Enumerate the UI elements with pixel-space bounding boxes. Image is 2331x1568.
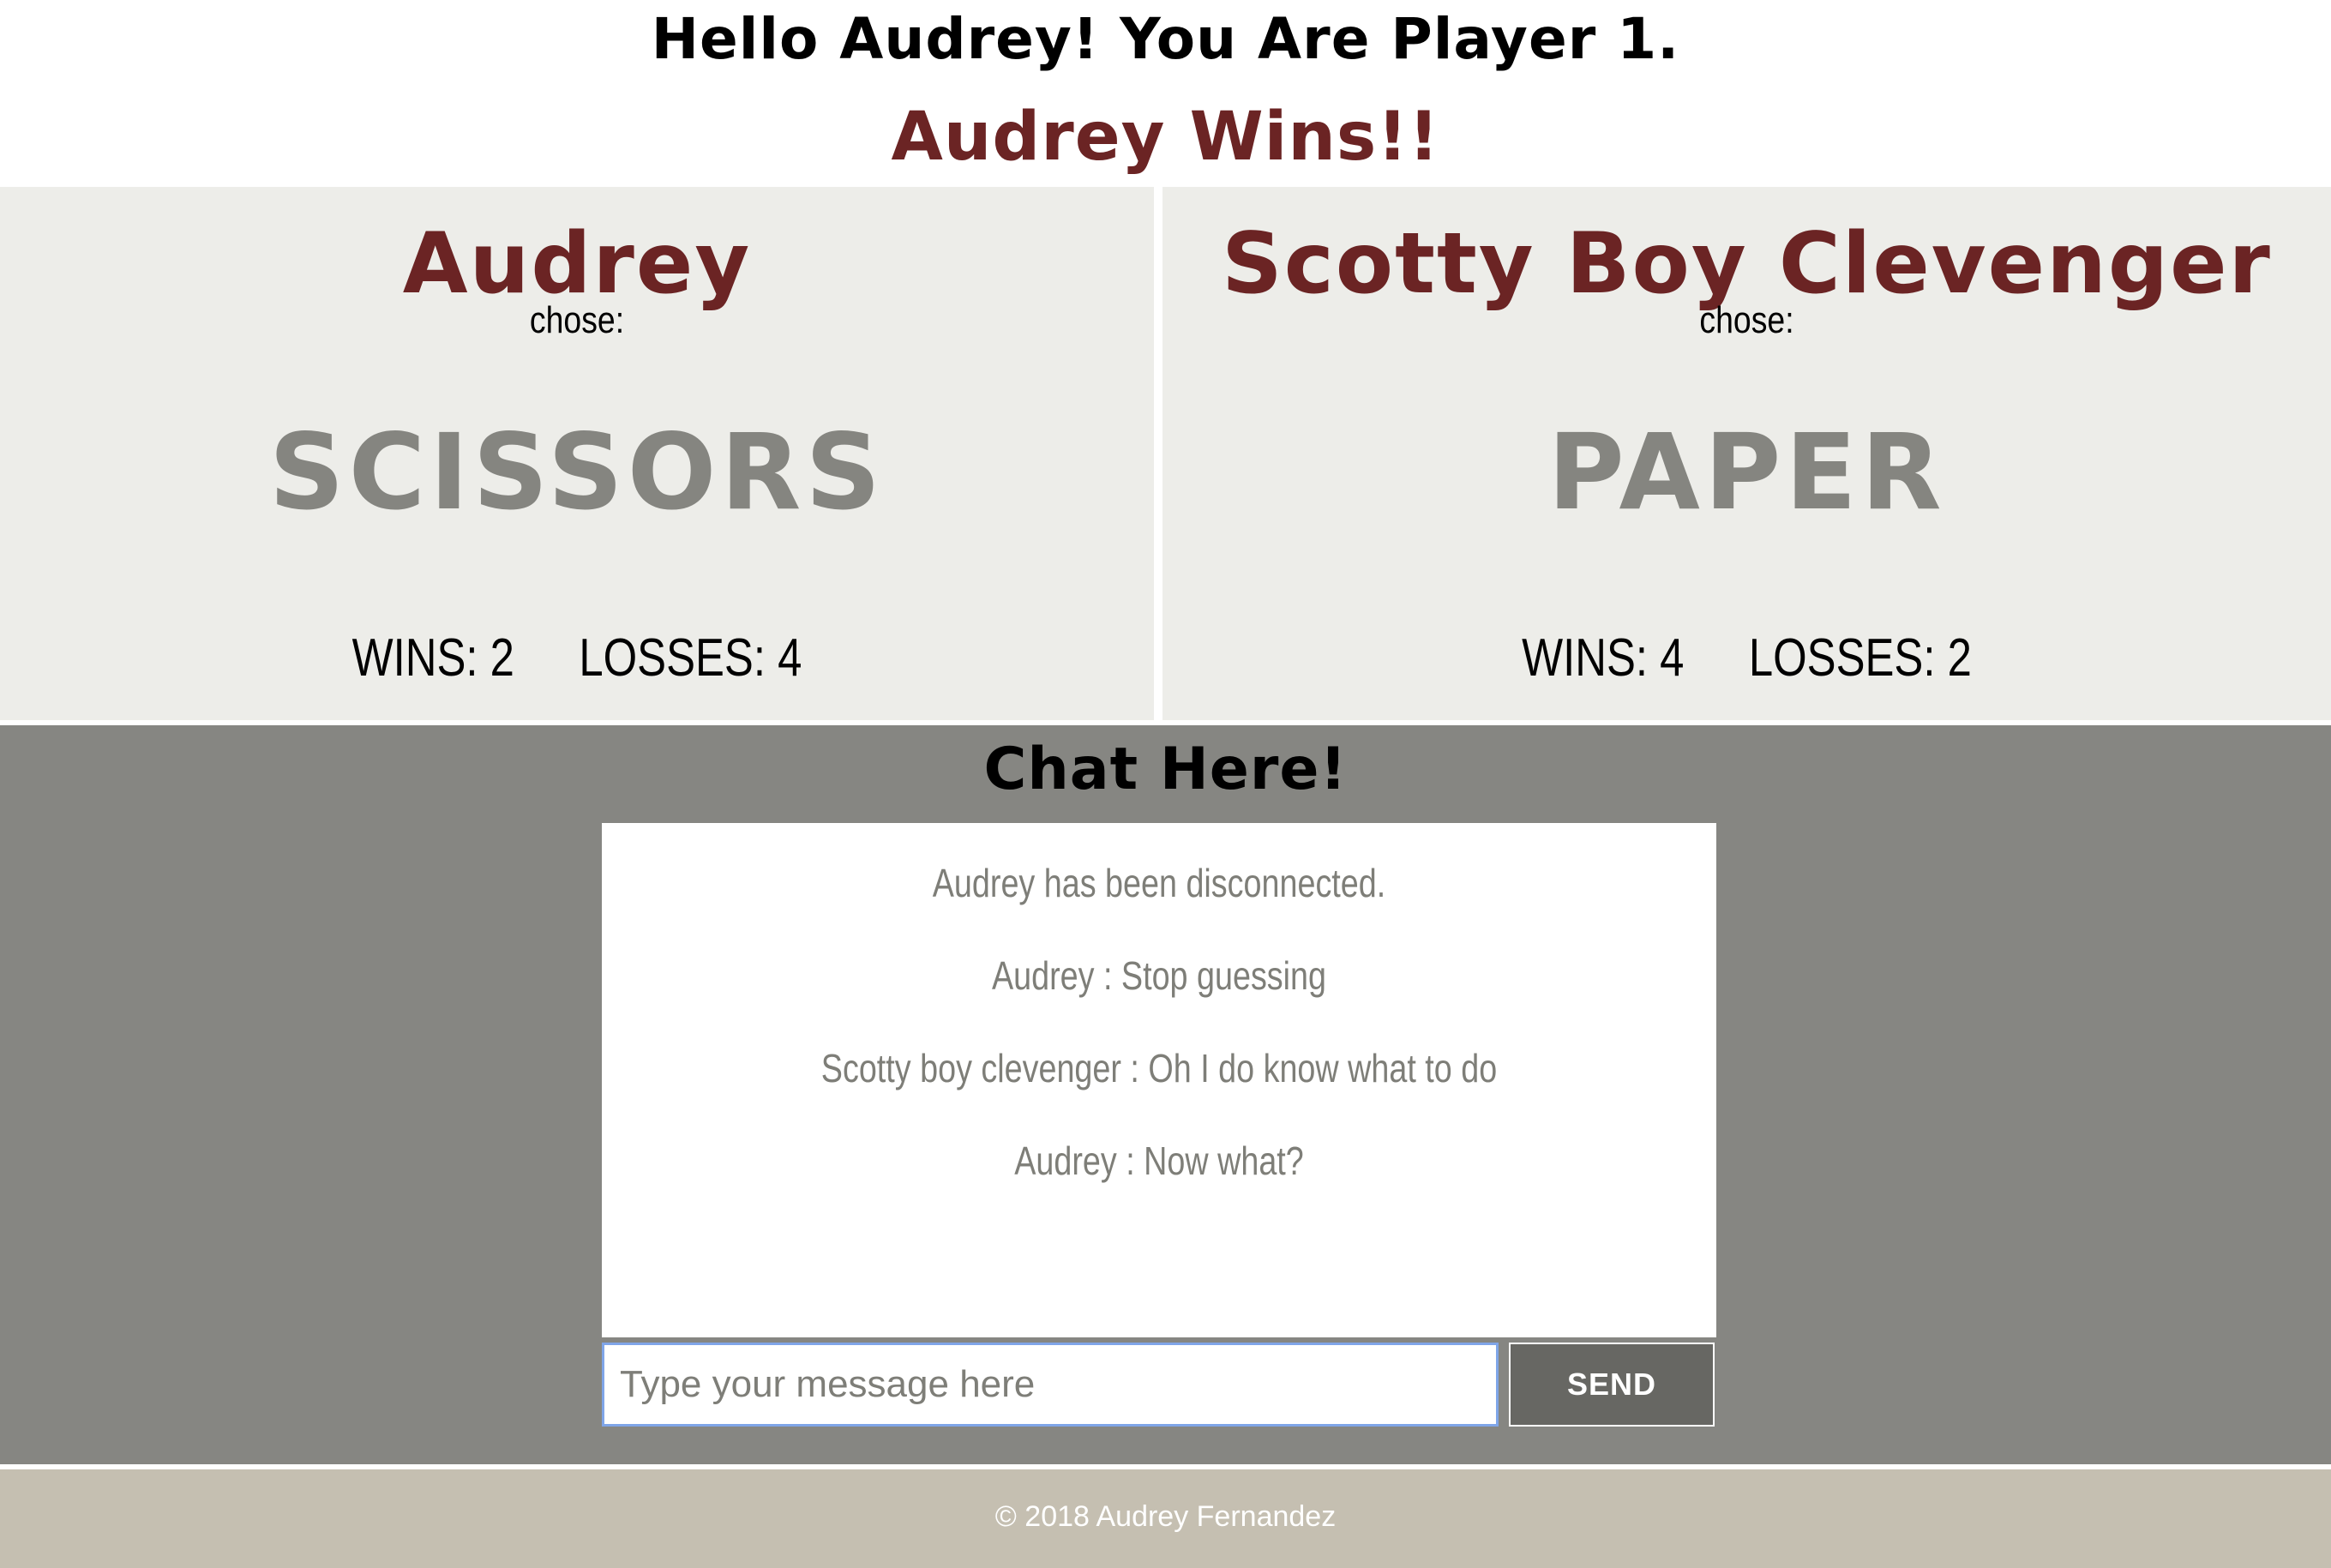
player-1-choice: SCISSORS <box>268 412 886 533</box>
page-header: Hello Audrey! You Are Player 1. Audrey W… <box>0 0 2331 187</box>
copyright-text: © 2018 Audrey Fernandez <box>994 1500 1337 1533</box>
chat-message: Audrey has been disconnected. <box>932 861 1386 905</box>
chat-section: Chat Here! Audrey has been disconnected.… <box>0 725 2331 1464</box>
players-area: Audrey chose: SCISSORS WINS: 2 LOSSES: 4… <box>0 187 2331 720</box>
greeting-title: Hello Audrey! You Are Player 1. <box>651 6 1680 72</box>
player-2-choice: PAPER <box>1547 412 1946 533</box>
player-1-chose-label: chose: <box>529 299 625 341</box>
chat-message: Audrey : Stop guessing <box>991 953 1327 998</box>
chat-message: Audrey : Now what? <box>1014 1138 1304 1183</box>
chat-message: Scotty boy clevenger : Oh I do know what… <box>820 1046 1498 1090</box>
player-2-chose-label: chose: <box>1699 299 1794 341</box>
player-2-wins: WINS: 4 <box>1522 628 1685 688</box>
chat-log[interactable]: Audrey has been disconnected. Audrey : S… <box>602 823 1716 1337</box>
player-1-panel: Audrey chose: SCISSORS WINS: 2 LOSSES: 4 <box>0 187 1154 720</box>
player-1-stats: WINS: 2 LOSSES: 4 <box>104 628 1050 689</box>
player-1-wins: WINS: 2 <box>351 628 514 688</box>
player-2-losses: LOSSES: 2 <box>1748 628 1972 688</box>
player-2-stats: WINS: 4 LOSSES: 2 <box>1268 628 2226 689</box>
chat-message-list: Audrey has been disconnected. Audrey : S… <box>602 859 1716 1229</box>
round-result: Audrey Wins!! <box>891 99 1440 176</box>
player-2-panel: Scotty Boy Clevenger chose: PAPER WINS: … <box>1162 187 2331 720</box>
player-1-losses: LOSSES: 4 <box>579 628 802 688</box>
page-footer: © 2018 Audrey Fernandez <box>0 1469 2331 1568</box>
message-input[interactable] <box>602 1343 1499 1427</box>
send-button[interactable]: SEND <box>1509 1343 1715 1427</box>
chat-title: Chat Here! <box>983 736 1348 803</box>
